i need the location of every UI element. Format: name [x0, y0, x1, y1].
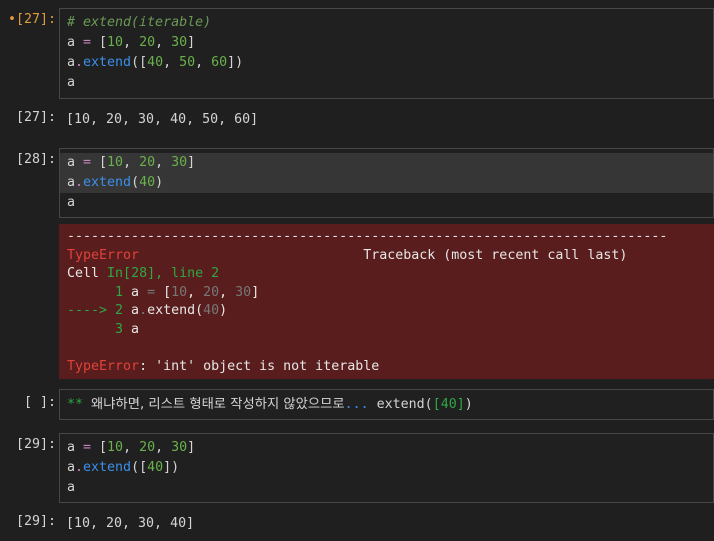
- code-cell-28[interactable]: a = [10, 20, 30] a.extend(40) a: [59, 148, 714, 218]
- code-line-3: a: [67, 195, 76, 210]
- markdown-line: ** 왜냐하면, 리스트 형태로 작성하지 않았으므로... extend([4…: [67, 397, 473, 412]
- trace-line-1: 1 a = [10, 20, 30]: [67, 284, 260, 300]
- error-cell-ref: Cell In[28], line 2: [67, 266, 220, 282]
- error-header: TypeError Traceback (most recent call la…: [67, 247, 628, 263]
- code-line-2: a = [10, 20, 30]: [67, 35, 196, 50]
- error-divider: ----------------------------------------…: [67, 229, 668, 244]
- error-message: TypeError: 'int' object is not iterable: [67, 359, 380, 375]
- code-line-1: a = [10, 20, 30]: [60, 153, 713, 173]
- trace-line-2: ----> 2 a.extend(40): [67, 303, 228, 319]
- cell-prompt-29: [29]:: [15, 437, 56, 452]
- markdown-cell[interactable]: ** 왜냐하면, 리스트 형태로 작성하지 않았으므로... extend([4…: [59, 389, 714, 420]
- code-cell-29[interactable]: a = [10, 20, 30] a.extend([40]) a: [59, 433, 714, 503]
- cell-prompt-md: [ ]:: [23, 395, 56, 410]
- code-line-1: a = [10, 20, 30]: [67, 440, 196, 455]
- code-line-1: # extend(iterable): [67, 15, 212, 30]
- output-prompt-29: [29]:: [15, 514, 56, 529]
- cell-prompt-28: [28]:: [15, 152, 56, 167]
- cell-output-27: [10, 20, 30, 40, 50, 60]: [66, 112, 259, 127]
- cell-output-29: [10, 20, 30, 40]: [66, 516, 195, 531]
- code-line-3: a.extend([40, 50, 60]): [67, 55, 244, 70]
- error-output-28: ----------------------------------------…: [59, 224, 714, 379]
- code-cell-27[interactable]: # extend(iterable) a = [10, 20, 30] a.ex…: [59, 8, 714, 99]
- error-blank: [67, 340, 714, 359]
- code-line-2: a.extend(40): [60, 173, 713, 193]
- code-line-3: a: [67, 480, 76, 495]
- trace-line-3: 3 a: [67, 321, 140, 337]
- cell-prompt-27: •[27]:: [7, 12, 56, 27]
- output-prompt-27: [27]:: [15, 110, 56, 125]
- code-line-4: a: [67, 75, 76, 90]
- code-line-2: a.extend([40]): [67, 460, 180, 475]
